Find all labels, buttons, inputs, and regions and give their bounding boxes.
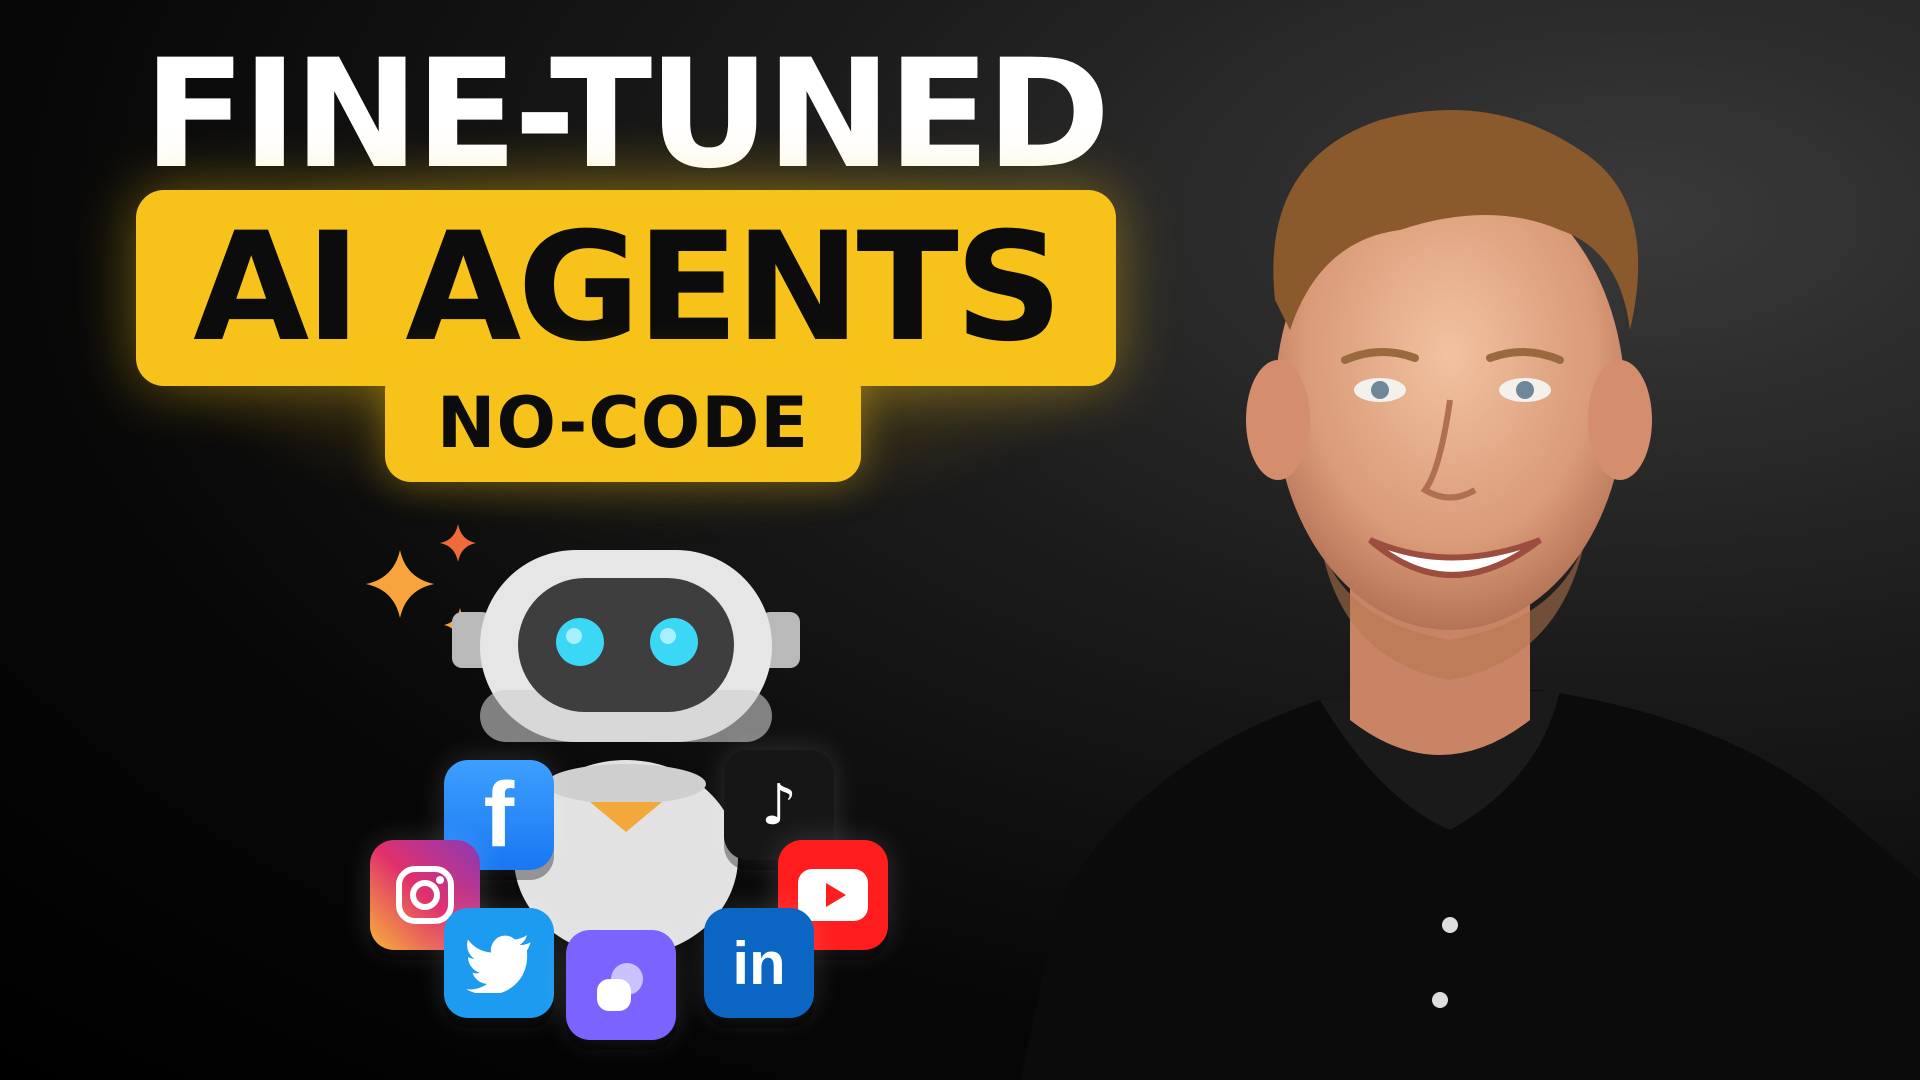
tag-pill: NO-CODE bbox=[385, 364, 861, 482]
headline-pill: AI AGENTS bbox=[136, 190, 1116, 386]
headline-line1: FINE-TUNED bbox=[143, 28, 1110, 202]
twitter-icon bbox=[444, 908, 554, 1018]
headline-line2: AI AGENTS bbox=[193, 201, 1063, 375]
linkedin-icon: in bbox=[704, 908, 814, 1018]
make-app-icon bbox=[566, 930, 676, 1040]
tag-label: NO-CODE bbox=[436, 382, 810, 464]
presenter-photo bbox=[1020, 110, 1920, 1080]
